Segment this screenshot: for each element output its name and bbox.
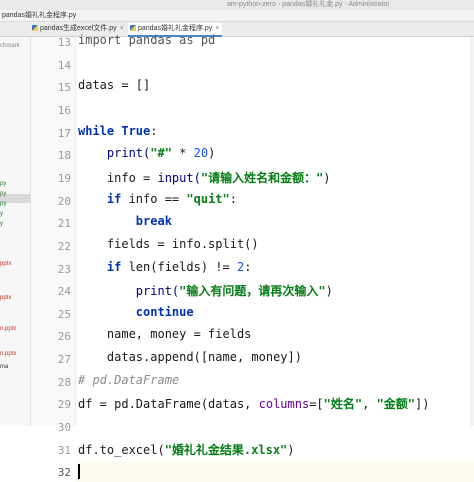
python-file-icon xyxy=(130,25,136,31)
line-number: 23 xyxy=(57,262,71,276)
code-line-24: print("输入有问题，请再次输入") xyxy=(135,284,333,299)
window-titlebar: am-python-zero - pandas婚礼礼金.py - Adminis… xyxy=(0,0,474,10)
line-number: 22 xyxy=(57,239,71,253)
code-line-22: fields = info.split() xyxy=(106,236,259,251)
current-line-highlight xyxy=(76,462,474,482)
line-number: 32 xyxy=(57,466,71,480)
code-line-25: continue xyxy=(135,304,194,319)
breadcrumb-file[interactable]: pandas婚礼礼金程序.py xyxy=(2,10,76,21)
line-number: 17 xyxy=(57,126,71,140)
sidebar-item[interactable]: y xyxy=(0,221,3,227)
code-line-23: if len(fields) != 2: xyxy=(106,259,252,274)
code-line-28: # pd.DataFrame xyxy=(78,372,180,387)
sidebar-item[interactable]: n.pptx xyxy=(0,351,16,357)
editor-scrollbar[interactable] xyxy=(470,37,474,426)
line-number: 14 xyxy=(57,58,71,72)
code-line-29: df = pd.DataFrame(datas, columns=["姓名", … xyxy=(78,397,430,412)
code-line-13: import pandas as pd xyxy=(78,33,216,47)
code-line-27: datas.append([name, money]) xyxy=(106,350,302,365)
sidebar-item[interactable]: py xyxy=(0,181,6,187)
window-title: am-python-zero - pandas婚礼礼金.py - Adminis… xyxy=(227,1,390,8)
line-number: 15 xyxy=(57,81,71,95)
code-line-20: if info == "quit": xyxy=(106,191,237,206)
line-number: 25 xyxy=(57,307,71,321)
line-number: 20 xyxy=(57,194,71,208)
line-number: 31 xyxy=(57,443,71,457)
code-text: ) xyxy=(287,442,295,457)
code-line-21: break xyxy=(135,214,172,229)
navigation-bar: pandas婚礼礼金程序.py xyxy=(0,10,474,22)
close-icon[interactable]: × xyxy=(120,25,124,32)
line-number: 16 xyxy=(57,103,71,117)
line-number: 19 xyxy=(57,171,71,185)
tab-label: pandas婚礼礼金程序.py xyxy=(138,25,213,32)
line-number: 30 xyxy=(57,421,71,435)
sidebar-item[interactable]: n.pptx xyxy=(0,326,16,332)
line-number: 29 xyxy=(57,398,71,412)
sidebar-item[interactable]: py xyxy=(0,191,6,197)
line-number: 26 xyxy=(57,330,71,344)
code-line-19: info = input("请输入姓名和金额：") xyxy=(106,170,331,185)
code-line-31: df.to_excel("婚礼礼金结果.xlsx") xyxy=(78,441,295,458)
sidebar-item[interactable]: pptx xyxy=(0,295,11,301)
sidebar-item[interactable]: ma xyxy=(0,364,8,370)
python-file-icon xyxy=(32,25,38,31)
code-text: df.to_excel( xyxy=(78,442,165,457)
line-number: 13 xyxy=(57,36,71,49)
sidebar-item[interactable]: chmark xyxy=(0,43,20,49)
close-icon[interactable]: × xyxy=(215,25,219,32)
line-number: 21 xyxy=(57,217,71,231)
line-number: 18 xyxy=(57,149,71,163)
line-number: 24 xyxy=(57,285,71,299)
sidebar-item[interactable]: pptx xyxy=(0,261,11,267)
sidebar-item[interactable]: y xyxy=(0,211,3,217)
tab-label: pandas生成excel文件.py xyxy=(40,25,117,32)
line-number-gutter xyxy=(31,37,76,426)
line-number: 28 xyxy=(57,375,71,389)
project-sidebar: chmark py py py y y pptx pptx ma n.pptx … xyxy=(0,37,31,426)
code-line-15: datas = [] xyxy=(78,78,151,93)
sidebar-item[interactable]: py xyxy=(0,201,6,207)
editor-tab-bar: pandas生成excel文件.py × pandas婚礼礼金程序.py × xyxy=(0,22,474,37)
code-line-18: print("#" * 20) xyxy=(106,146,216,161)
code-string: "婚礼礼金结果.xlsx" xyxy=(164,442,288,457)
code-line-17: while True: xyxy=(78,123,158,138)
line-number: 27 xyxy=(57,353,71,367)
code-line-26: name, money = fields xyxy=(106,327,252,342)
text-caret xyxy=(78,464,80,480)
